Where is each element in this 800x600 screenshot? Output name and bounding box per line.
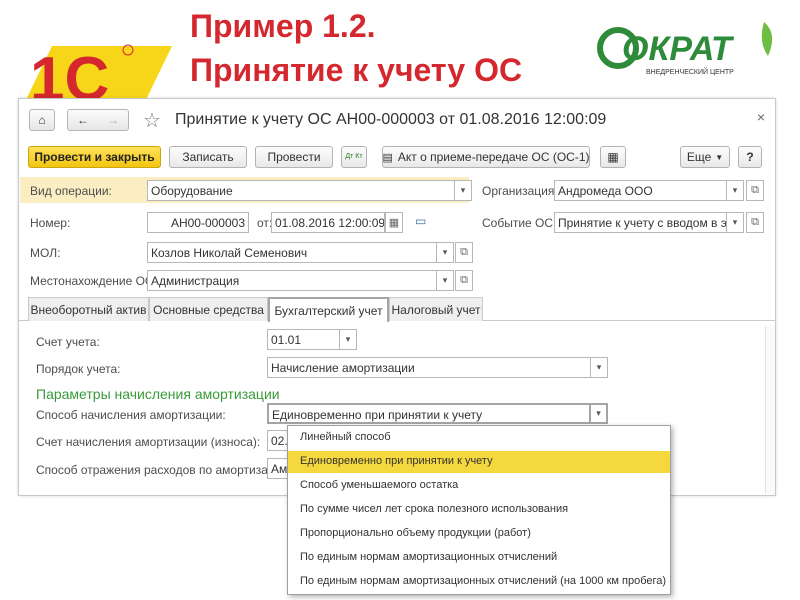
order-label: Порядок учета: xyxy=(36,362,121,376)
expense-label: Способ отражения расходов по амортизации… xyxy=(36,463,292,477)
location-field[interactable]: Администрация xyxy=(147,270,437,291)
method-label: Способ начисления амортизации: xyxy=(36,408,226,422)
more-label: Еще xyxy=(686,150,712,164)
slide-title: Пример 1.2. Принятие к учету ОС xyxy=(190,4,522,92)
window-title: Принятие к учету ОС АН00-000003 от 01.08… xyxy=(175,111,607,128)
tab-fixed-assets[interactable]: Основные средства xyxy=(149,297,268,321)
option-units-of-production[interactable]: Пропорционально объему продукции (работ) xyxy=(288,523,670,545)
organization-open-icon[interactable]: ⧉ xyxy=(746,180,764,201)
method-field[interactable]: Единовременно при принятии к учету xyxy=(267,403,591,424)
act-os1-button[interactable]: ▤ Акт о приеме-передаче ОС (ОС-1) xyxy=(382,146,590,168)
mol-open-icon[interactable]: ⧉ xyxy=(455,242,473,263)
date-from-label: от: xyxy=(257,216,273,230)
tab-noncurrent-asset[interactable]: Внеоборотный актив xyxy=(28,297,149,321)
dt-kt-button[interactable]: Дт Кт xyxy=(341,146,367,168)
home-icon: ⌂ xyxy=(38,113,46,127)
option-uniform-norms[interactable]: По единым нормам амортизационных отчисле… xyxy=(288,547,670,569)
tab-tax-accounting[interactable]: Налоговый учет xyxy=(389,297,483,321)
depreciation-section-title: Параметры начисления амортизации xyxy=(36,386,280,402)
mol-dropdown[interactable]: ▾ xyxy=(437,242,454,263)
account-label: Счет учета: xyxy=(36,335,100,349)
event-dropdown[interactable]: ▾ xyxy=(727,212,744,233)
forward-icon[interactable]: → xyxy=(107,113,119,127)
act-os1-label: Акт о приеме-передаче ОС (ОС-1) xyxy=(397,150,590,164)
operation-type-dropdown[interactable]: ▾ xyxy=(455,180,472,201)
back-icon[interactable]: ← xyxy=(77,113,89,127)
location-open-icon[interactable]: ⧉ xyxy=(455,270,473,291)
order-dropdown[interactable]: ▾ xyxy=(591,357,608,378)
option-uniform-norms-mileage[interactable]: По единым нормам амортизационных отчисле… xyxy=(288,571,670,593)
home-button[interactable]: ⌂ xyxy=(29,109,55,131)
account-field[interactable]: 01.01 xyxy=(267,329,340,350)
option-linear[interactable]: Линейный способ xyxy=(288,427,670,449)
comment-icon[interactable]: ▭ xyxy=(415,214,426,228)
number-field[interactable]: АН00-000003 xyxy=(147,212,249,233)
nav-buttons: ← → xyxy=(67,109,129,131)
location-label: Местонахождение ОС: xyxy=(30,274,157,288)
close-icon[interactable]: × xyxy=(757,109,765,125)
chevron-down-icon: ▼ xyxy=(715,152,724,162)
tab-accounting[interactable]: Бухгалтерский учет xyxy=(268,297,389,322)
help-button[interactable]: ? xyxy=(738,146,762,168)
svg-text:ВНЕДРЕНЧЕСКИЙ ЦЕНТР: ВНЕДРЕНЧЕСКИЙ ЦЕНТР xyxy=(646,67,734,76)
organization-label: Организация: xyxy=(482,184,558,198)
organization-field[interactable]: Андромеда ООО xyxy=(554,180,727,201)
more-button[interactable]: Еще ▼ xyxy=(680,146,730,168)
order-field[interactable]: Начисление амортизации xyxy=(267,357,591,378)
slide-title-line1: Пример 1.2. xyxy=(190,8,376,44)
post-button[interactable]: Провести xyxy=(255,146,333,168)
scrollbar[interactable] xyxy=(765,326,775,494)
dt-kt-icon: Дт Кт xyxy=(345,153,363,160)
account-dropdown[interactable]: ▾ xyxy=(340,329,357,350)
svg-text:ОКРАТ: ОКРАТ xyxy=(622,30,735,68)
star-icon[interactable]: ☆ xyxy=(143,108,161,133)
event-open-icon[interactable]: ⧉ xyxy=(746,212,764,233)
date-field[interactable]: 01.08.2016 12:00:09 xyxy=(271,212,385,233)
report-icon: ▦ xyxy=(607,150,619,164)
depreciation-method-popup: Линейный способ Единовременно при принят… xyxy=(287,425,671,595)
calendar-icon[interactable]: ▦ xyxy=(385,212,403,233)
logo-sokrat: ОКРАТ ВНЕДРЕНЧЕСКИЙ ЦЕНТР xyxy=(596,12,786,82)
event-field[interactable]: Принятие к учету с вводом в экс xyxy=(554,212,727,233)
slide-title-line2: Принятие к учету ОС xyxy=(190,52,523,88)
event-label: Событие ОС: xyxy=(482,216,557,230)
option-one-time[interactable]: Единовременно при принятии к учету xyxy=(288,451,670,473)
number-label: Номер: xyxy=(30,216,71,230)
mol-label: МОЛ: xyxy=(30,246,61,260)
report-button[interactable]: ▦ xyxy=(600,146,626,168)
dep-account-label: Счет начисления амортизации (износа): xyxy=(36,435,261,449)
method-dropdown[interactable]: ▾ xyxy=(591,403,608,424)
printer-icon: ▤ xyxy=(382,151,393,164)
post-and-close-button[interactable]: Провести и закрыть xyxy=(28,146,161,168)
option-declining-balance[interactable]: Способ уменьшаемого остатка xyxy=(288,475,670,497)
save-button[interactable]: Записать xyxy=(169,146,247,168)
location-dropdown[interactable]: ▾ xyxy=(437,270,454,291)
operation-type-field[interactable]: Оборудование xyxy=(147,180,455,201)
option-sum-of-years[interactable]: По сумме чисел лет срока полезного испол… xyxy=(288,499,670,521)
organization-dropdown[interactable]: ▾ xyxy=(727,180,744,201)
operation-type-label: Вид операции: xyxy=(30,184,112,198)
mol-field[interactable]: Козлов Николай Семенович xyxy=(147,242,437,263)
